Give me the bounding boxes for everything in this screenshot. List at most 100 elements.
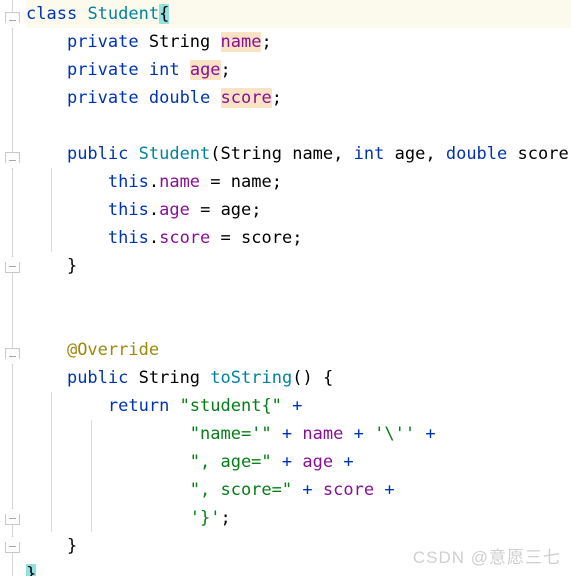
token-string-student-open: "student{": [179, 396, 282, 416]
code-line-11[interactable]: [26, 280, 571, 308]
code-line-14[interactable]: public String toString() {: [26, 364, 571, 392]
fold-marker-tostring-end[interactable]: [5, 508, 20, 525]
editor-folding-gutter[interactable]: [0, 0, 26, 576]
token-equals: =: [210, 172, 221, 192]
token-brace-close: }: [66, 256, 78, 276]
token-keyword-int: int: [148, 60, 180, 80]
indent-guide: [91, 448, 92, 476]
indent-guide: [91, 504, 92, 532]
fold-marker-class-end[interactable]: [5, 536, 20, 553]
token-plus: +: [281, 452, 293, 472]
token-annotation-override: @Override: [66, 340, 160, 360]
token-keyword-this: this: [107, 172, 149, 192]
code-line-13[interactable]: @Override: [26, 336, 571, 364]
indent-guide: [51, 420, 52, 448]
fold-rail: [12, 0, 13, 576]
fold-marker-constructor-end[interactable]: [5, 256, 20, 273]
token-param-age: age: [394, 144, 426, 164]
token-plus: +: [425, 424, 436, 444]
token-paren-open: (: [292, 368, 303, 388]
fold-marker-class-start[interactable]: [5, 12, 20, 29]
token-string-score: ", score=": [189, 480, 293, 500]
code-line-18[interactable]: ", score=" + score +: [26, 476, 571, 504]
code-line-1[interactable]: class Student{: [26, 0, 571, 28]
token-field-score: score: [322, 480, 375, 500]
code-line-6[interactable]: public Student(String name, int age, dou…: [26, 140, 571, 168]
token-param-name: name: [230, 172, 272, 192]
token-brace-close-matched: }: [26, 564, 37, 576]
code-editor[interactable]: class Student{ private String name; priv…: [0, 0, 571, 576]
indent-guide: [91, 420, 92, 448]
token-param-age: age: [220, 200, 252, 220]
token-keyword-return: return: [107, 396, 170, 416]
token-dot: .: [148, 200, 160, 220]
token-paren-close: ): [302, 368, 313, 388]
token-comma: ,: [333, 144, 344, 164]
indent-guide: [91, 476, 92, 504]
token-semicolon: ;: [292, 228, 303, 248]
token-field-age: age: [189, 60, 221, 80]
code-line-8[interactable]: this.age = age;: [26, 196, 571, 224]
token-paren-open: (: [210, 144, 221, 164]
token-keyword-public: public: [66, 144, 129, 164]
token-equals: =: [200, 200, 211, 220]
token-brace-close: }: [66, 536, 78, 556]
indent-guide: [51, 448, 52, 476]
code-line-19[interactable]: '}';: [26, 504, 571, 532]
token-field-name: name: [159, 172, 201, 192]
token-type-string: String: [138, 368, 201, 388]
code-line-12[interactable]: [26, 308, 571, 336]
token-plus: +: [384, 480, 395, 500]
token-plus: +: [302, 480, 313, 500]
token-dot: .: [148, 228, 160, 248]
code-line-10[interactable]: }: [26, 252, 571, 280]
token-field-name: name: [220, 32, 262, 52]
token-param-score: score: [241, 228, 293, 248]
token-semicolon: ;: [220, 60, 231, 80]
token-field-score: score: [220, 88, 272, 108]
code-line-15[interactable]: return "student{" +: [26, 392, 571, 420]
csdn-watermark: CSDN @意愿三七: [412, 548, 561, 567]
code-content[interactable]: class Student{ private String name; priv…: [26, 0, 571, 576]
token-brace-open: {: [322, 368, 334, 388]
token-comma: ,: [425, 144, 436, 164]
token-brace-open-matched: {: [159, 4, 170, 24]
token-keyword-int: int: [353, 144, 385, 164]
indent-guide: [51, 224, 52, 252]
token-field-age: age: [159, 200, 190, 220]
token-keyword-class: class: [26, 4, 78, 24]
code-line-17[interactable]: ", age=" + age +: [26, 448, 571, 476]
token-char-escaped-quote: '\'': [374, 424, 416, 444]
token-class-name-student: Student: [87, 4, 160, 24]
token-keyword-private: private: [66, 60, 139, 80]
token-field-name: name: [302, 424, 344, 444]
code-line-3[interactable]: private int age;: [26, 56, 571, 84]
token-keyword-public: public: [66, 368, 129, 388]
fold-marker-tostring-start[interactable]: [5, 348, 20, 365]
token-string-name: "name='": [189, 424, 272, 444]
token-dot: .: [148, 172, 160, 192]
code-line-9[interactable]: this.score = score;: [26, 224, 571, 252]
code-line-2[interactable]: private String name;: [26, 28, 571, 56]
indent-guide: [51, 392, 52, 420]
token-method-name-tostring: toString: [210, 368, 293, 388]
token-equals: =: [220, 228, 231, 248]
token-string-age: ", age=": [189, 452, 272, 472]
code-line-4[interactable]: private double score;: [26, 84, 571, 112]
fold-marker-constructor-start[interactable]: [5, 152, 20, 169]
token-char-close-brace: '}': [189, 508, 221, 528]
token-keyword-private: private: [66, 32, 139, 52]
token-type-string: String: [148, 32, 211, 52]
token-semicolon: ;: [261, 32, 272, 52]
token-field-age: age: [302, 452, 334, 472]
token-semicolon: ;: [220, 508, 231, 528]
indent-guide: [51, 504, 52, 532]
token-semicolon: ;: [251, 200, 262, 220]
token-param-name: name: [292, 144, 334, 164]
token-keyword-this: this: [107, 228, 149, 248]
code-line-7[interactable]: this.name = name;: [26, 168, 571, 196]
code-line-16[interactable]: "name='" + name + '\'' +: [26, 420, 571, 448]
token-plus: +: [281, 424, 293, 444]
code-line-5[interactable]: [26, 112, 571, 140]
token-type-string: String: [220, 144, 282, 164]
